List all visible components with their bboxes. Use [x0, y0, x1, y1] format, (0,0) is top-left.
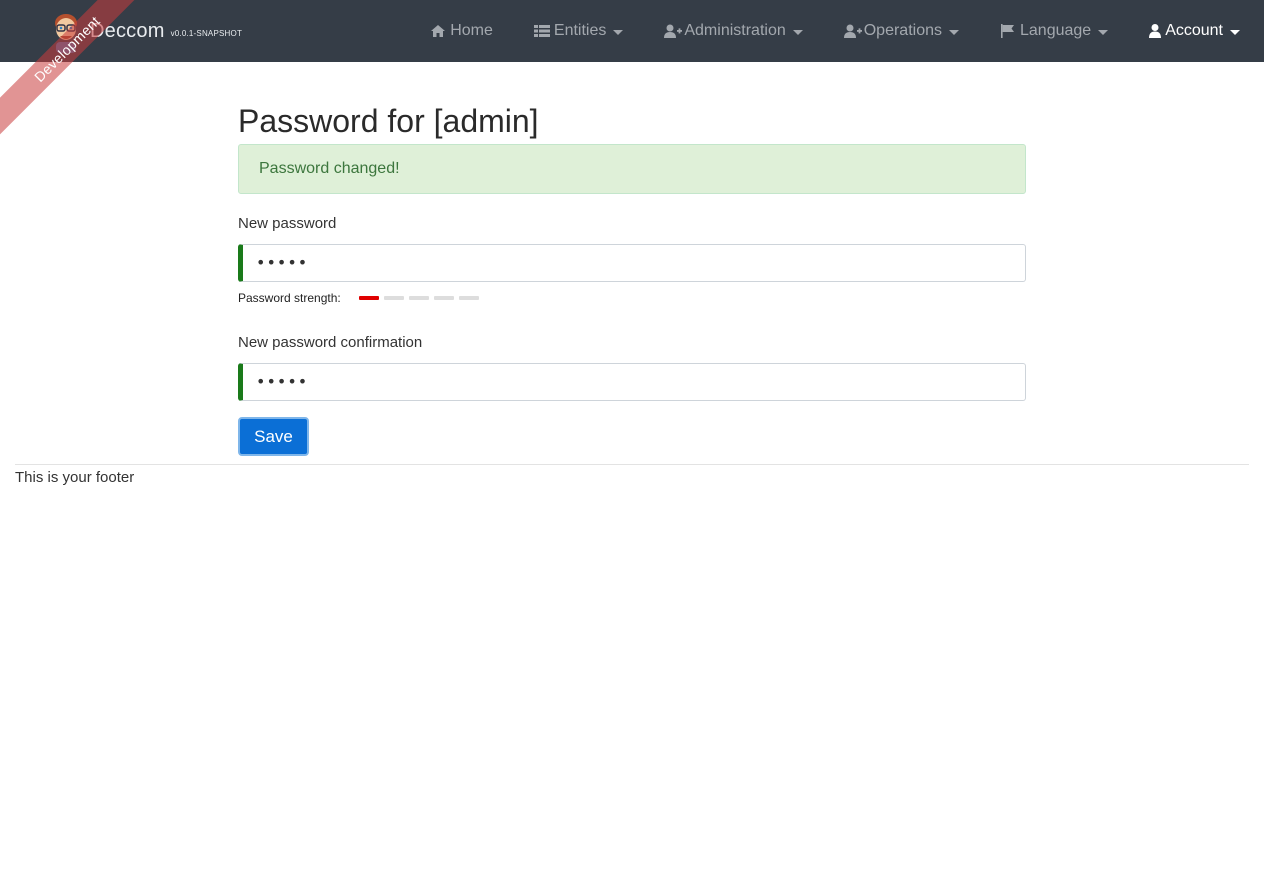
page-title-suffix: ]	[529, 103, 539, 139]
chevron-down-icon	[613, 29, 624, 35]
chevron-down-icon	[792, 29, 803, 35]
page-title: Password for [admin]	[238, 100, 1026, 144]
strength-bar-segment	[383, 296, 404, 300]
nav-administration[interactable]: Administration	[663, 22, 803, 40]
user-plus-icon	[843, 23, 862, 39]
page-title-username: admin	[442, 103, 530, 139]
user-plus-icon	[663, 23, 683, 39]
new-password-field[interactable]: •••••	[238, 244, 1026, 282]
nav-language-label: Language	[1020, 22, 1092, 39]
brand-link[interactable]: Deccom v0.0.1-SNAPSHOT	[48, 6, 242, 56]
brand-title: Deccom	[90, 19, 165, 42]
nav-home-label: Home	[450, 22, 493, 39]
footer-text: This is your footer	[15, 469, 135, 486]
strength-bar-segment	[358, 296, 379, 300]
nav-entities[interactable]: Entities	[533, 22, 624, 40]
nav-entities-label: Entities	[553, 22, 607, 39]
nav-account-label: Account	[1165, 22, 1223, 39]
page-title-prefix: Password for [	[238, 103, 443, 139]
strength-bar-segment	[433, 296, 454, 300]
save-button[interactable]: Save	[238, 417, 309, 456]
nav-home[interactable]: Home	[429, 22, 493, 40]
chevron-down-icon	[1098, 29, 1109, 35]
confirm-password-field[interactable]: •••••	[238, 363, 1026, 401]
nav-administration-label: Administration	[684, 22, 786, 39]
flag-icon	[999, 23, 1017, 39]
brand-version: v0.0.1-SNAPSHOT	[170, 28, 243, 38]
nav-operations-label: Operations	[863, 22, 942, 39]
success-alert: Password changed!	[238, 144, 1026, 194]
strength-bar-segment	[458, 296, 479, 300]
nav-language[interactable]: Language	[999, 22, 1109, 40]
password-strength-label: Password strength:	[238, 291, 341, 305]
password-strength-meter: Password strength:	[238, 290, 1026, 306]
new-password-label: New password	[238, 215, 337, 232]
home-icon	[429, 23, 447, 39]
strength-bar-segment	[408, 296, 429, 300]
password-page: Password for [admin] Password changed! N…	[238, 100, 1026, 456]
main-nav: Home Entities Administration Operations …	[429, 0, 1240, 62]
chevron-down-icon	[949, 29, 959, 35]
avatar-logo-icon	[48, 9, 84, 53]
list-icon	[533, 23, 551, 39]
nav-operations[interactable]: Operations	[843, 22, 959, 40]
footer-divider	[15, 464, 1249, 465]
chevron-down-icon	[1230, 29, 1240, 35]
confirm-password-label: New password confirmation	[238, 334, 423, 351]
user-icon	[1148, 23, 1162, 39]
navbar: Deccom v0.0.1-SNAPSHOT Home Entities Adm…	[0, 0, 1264, 62]
nav-account[interactable]: Account	[1148, 22, 1240, 40]
